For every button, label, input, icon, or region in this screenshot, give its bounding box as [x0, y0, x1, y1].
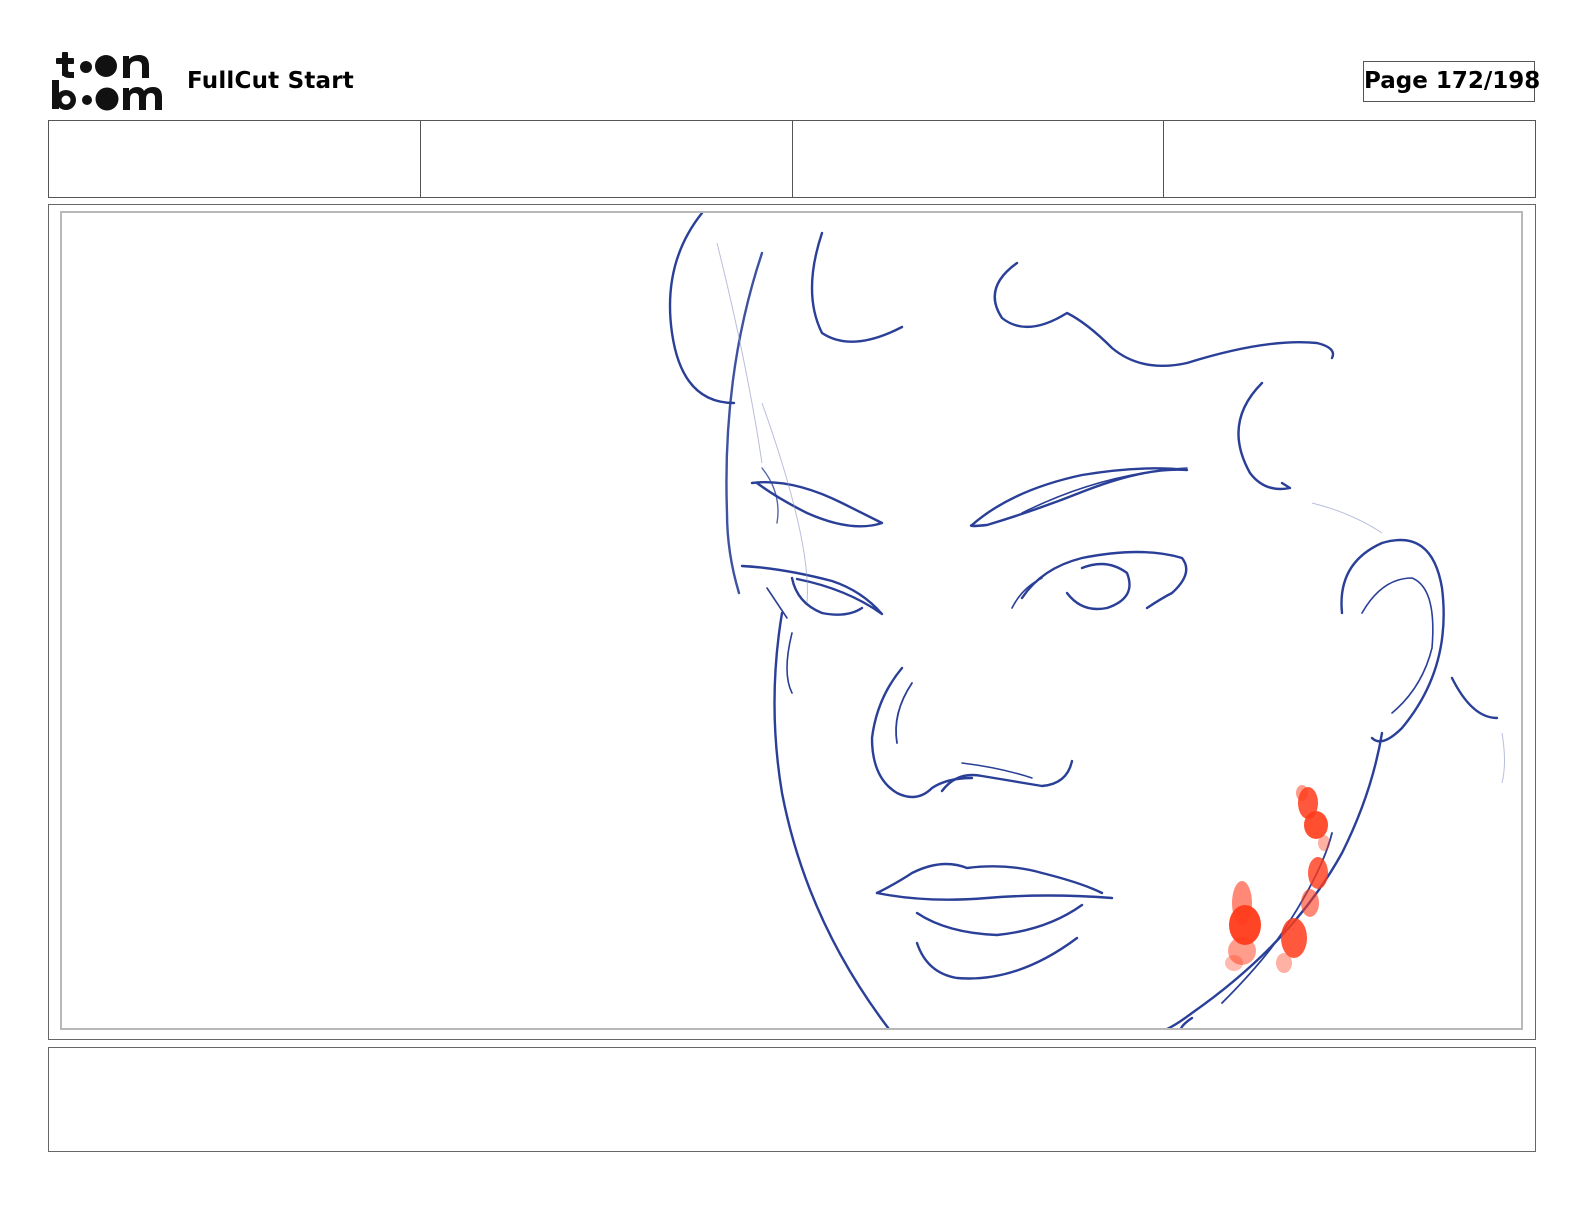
- toonboom-logo: [50, 50, 165, 112]
- sketch-lines: [668, 213, 1499, 1028]
- info-cell-4: [1164, 121, 1535, 197]
- info-cell-3: [793, 121, 1165, 197]
- construction-lines: [716, 242, 1505, 784]
- face-sketch: [668, 213, 1505, 1028]
- panel-drawing-area: [60, 211, 1523, 1030]
- info-row: [48, 120, 1536, 198]
- caption-box: [48, 1047, 1536, 1152]
- project-title: FullCut Start: [187, 68, 354, 94]
- blush-marks: [1225, 785, 1330, 973]
- storyboard-panel: [48, 204, 1536, 1040]
- page-indicator: Page 172/198: [1363, 61, 1540, 102]
- info-cell-1: [49, 121, 421, 197]
- info-cell-2: [421, 121, 793, 197]
- toonboom-logo-icon: [52, 52, 162, 111]
